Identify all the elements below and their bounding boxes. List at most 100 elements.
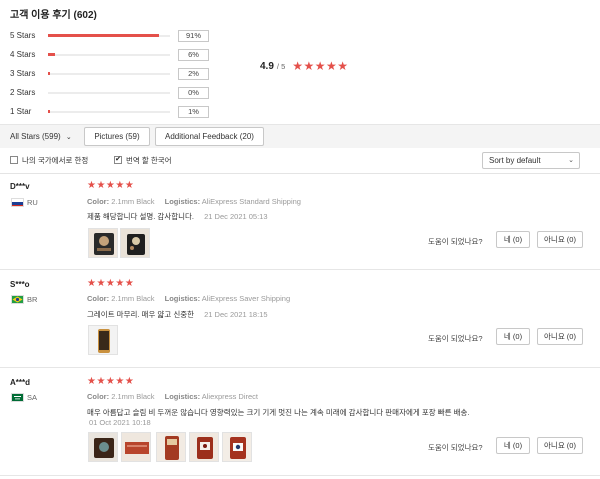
review-text: 매우 아름답고 슬림 비 두꺼운 않습니다 영향력있는 크기 기게 멋진 나는 … bbox=[87, 408, 470, 417]
my-country-checkbox[interactable] bbox=[10, 156, 18, 164]
rating-row-label: 4 Stars bbox=[10, 50, 36, 59]
review-section-title: 고객 이용 후기 (602) bbox=[10, 10, 97, 21]
reviewer-name: S***o bbox=[10, 280, 30, 289]
rating-bar-track bbox=[48, 34, 170, 37]
color-label: Color: bbox=[87, 294, 110, 303]
additional-feedback-filter-button[interactable]: Additional Feedback (20) bbox=[155, 127, 264, 146]
review-stars-icon: ★★★★★ bbox=[87, 278, 135, 289]
review-text-line: 그레이트 마무리. 매우 얇고 신중한 21 Dec 2021 18:15 bbox=[87, 309, 268, 320]
flag-ru-icon bbox=[11, 198, 24, 207]
reviewer-country: BR bbox=[27, 295, 38, 304]
helpful-label: 도움이 되었나요? bbox=[428, 334, 483, 343]
color-label: Color: bbox=[87, 392, 110, 401]
color-label: Color: bbox=[87, 197, 110, 206]
review-date: 21 Dec 2021 18:15 bbox=[204, 310, 268, 319]
review-stars-icon: ★★★★★ bbox=[87, 180, 135, 191]
review-meta: Color: 2.1mm Black Logistics: AliExpress… bbox=[87, 197, 301, 206]
review-photo[interactable] bbox=[88, 228, 118, 258]
review-meta: Color: 2.1mm Black Logistics: AliExpress… bbox=[87, 294, 290, 303]
rating-breakdown: 5 Stars 91% 4 Stars 6% 3 Stars 2% 2 Star… bbox=[10, 26, 210, 121]
rating-scale: / 5 bbox=[276, 61, 286, 71]
rating-row-label: 1 Star bbox=[10, 107, 32, 116]
review-item: A***d SA ★★★★★ Color: 2.1mm Black Logist… bbox=[0, 368, 600, 476]
review-date: 01 Oct 2021 10:18 bbox=[89, 418, 151, 427]
color-value: 2.1mm Black bbox=[111, 294, 155, 303]
logistics-label: Logistics: bbox=[164, 392, 201, 401]
checkmark-icon: ✔ bbox=[115, 156, 121, 163]
sort-label: Sort by default bbox=[489, 156, 541, 165]
review-text-line: 제품 해당합니다 설명. 감사합니다. 21 Dec 2021 05:13 bbox=[87, 211, 268, 222]
reviewer-name: A***d bbox=[10, 378, 31, 387]
reviewer-name: D***v bbox=[10, 182, 30, 191]
review-photo[interactable] bbox=[120, 228, 150, 258]
color-value: 2.1mm Black bbox=[111, 197, 155, 206]
review-item: D***v RU ★★★★★ Color: 2.1mm Black Logist… bbox=[0, 174, 600, 270]
helpful-yes-button[interactable]: 네 (0) bbox=[496, 437, 530, 454]
rating-percent: 91% bbox=[178, 29, 209, 42]
review-text: 그레이트 마무리. 매우 얇고 신중한 bbox=[87, 310, 195, 319]
rating-percent: 6% bbox=[178, 48, 209, 61]
rating-bar-track bbox=[48, 110, 170, 113]
sort-dropdown[interactable]: Sort by default ⌄ bbox=[482, 152, 580, 169]
rating-bar-track bbox=[48, 53, 170, 56]
color-value: 2.1mm Black bbox=[111, 392, 155, 401]
review-photo[interactable] bbox=[222, 432, 252, 462]
flag-br-icon bbox=[11, 295, 24, 304]
logistics-value: Aliexpress Direct bbox=[201, 392, 258, 401]
rating-row-5[interactable]: 5 Stars 91% bbox=[10, 26, 210, 45]
rating-row-3[interactable]: 3 Stars 2% bbox=[10, 64, 210, 83]
helpful-no-button[interactable]: 아니요 (0) bbox=[537, 231, 583, 248]
logistics-label: Logistics: bbox=[164, 197, 201, 206]
all-stars-label: All Stars (599) bbox=[10, 132, 61, 141]
rating-row-4[interactable]: 4 Stars 6% bbox=[10, 45, 210, 64]
review-date: 21 Dec 2021 05:13 bbox=[204, 212, 268, 221]
rating-bar-fill bbox=[48, 72, 51, 75]
translate-label: 번역 할 한국어 bbox=[126, 156, 172, 165]
rating-bar-track bbox=[48, 91, 170, 94]
logistics-value: AliExpress Standard Shipping bbox=[201, 197, 301, 206]
options-bar: 나의 국가에서로 한정 ✔ 번역 할 한국어 Sort by default ⌄ bbox=[0, 148, 600, 174]
logistics-value: AliExpress Saver Shipping bbox=[201, 294, 291, 303]
filter-bar: All Stars (599) ⌄ Pictures (59) Addition… bbox=[0, 124, 600, 148]
rating-percent: 0% bbox=[178, 86, 209, 99]
helpful-yes-button[interactable]: 네 (0) bbox=[496, 328, 530, 345]
rating-summary: 4.9 / 5 ★★★★★ bbox=[260, 59, 349, 73]
rating-row-label: 2 Stars bbox=[10, 88, 36, 97]
helpful-no-button[interactable]: 아니요 (0) bbox=[537, 328, 583, 345]
helpful-no-button[interactable]: 아니요 (0) bbox=[537, 437, 583, 454]
translate-checkbox[interactable]: ✔ bbox=[114, 156, 122, 164]
rating-bar-track bbox=[48, 72, 170, 75]
flag-sa-icon bbox=[11, 393, 24, 402]
my-country-label: 나의 국가에서로 한정 bbox=[22, 156, 89, 165]
chevron-down-icon: ⌄ bbox=[568, 157, 574, 164]
rating-row-2[interactable]: 2 Stars 0% bbox=[10, 83, 210, 102]
rating-percent: 2% bbox=[178, 67, 209, 80]
pictures-filter-button[interactable]: Pictures (59) bbox=[84, 127, 150, 146]
reviewer-country: SA bbox=[27, 393, 38, 402]
rating-row-1[interactable]: 1 Star 1% bbox=[10, 102, 210, 121]
rating-row-label: 3 Stars bbox=[10, 69, 36, 78]
all-stars-dropdown[interactable]: All Stars (599) ⌄ bbox=[10, 132, 72, 141]
review-text: 제품 해당합니다 설명. 감사합니다. bbox=[87, 212, 195, 221]
rating-percent: 1% bbox=[178, 105, 209, 118]
review-photo[interactable] bbox=[189, 432, 219, 462]
rating-bar-fill bbox=[48, 110, 51, 113]
chevron-down-icon: ⌄ bbox=[65, 134, 72, 141]
review-meta: Color: 2.1mm Black Logistics: Aliexpress… bbox=[87, 392, 258, 401]
helpful-label: 도움이 되었나요? bbox=[428, 237, 483, 246]
rating-row-label: 5 Stars bbox=[10, 31, 36, 40]
review-stars-icon: ★★★★★ bbox=[87, 376, 135, 387]
rating-bar-fill bbox=[48, 53, 56, 56]
average-rating: 4.9 bbox=[260, 60, 274, 72]
review-photo[interactable] bbox=[88, 325, 118, 355]
helpful-label: 도움이 되었나요? bbox=[428, 443, 483, 452]
review-photo[interactable] bbox=[121, 432, 151, 462]
helpful-yes-button[interactable]: 네 (0) bbox=[496, 231, 530, 248]
review-item: S***o BR ★★★★★ Color: 2.1mm Black Logist… bbox=[0, 270, 600, 368]
logistics-label: Logistics: bbox=[164, 294, 201, 303]
review-photo[interactable] bbox=[88, 432, 118, 462]
reviewer-country: RU bbox=[27, 198, 38, 207]
review-photo[interactable] bbox=[156, 432, 186, 462]
rating-bar-fill bbox=[48, 34, 160, 37]
average-stars-icon: ★★★★★ bbox=[292, 59, 349, 73]
